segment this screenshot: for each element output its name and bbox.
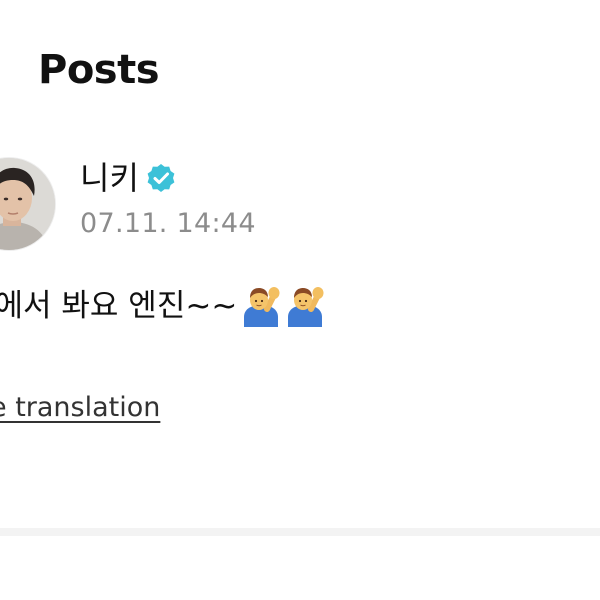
post-timestamp: 07.11. 14:44 (80, 208, 256, 239)
posts-page: Posts 니키 07.11. 14:44 뱅에서 봐요 엔진~~ (0, 0, 600, 600)
page-title: Posts (38, 47, 160, 93)
author-name-text: 니키 (80, 159, 139, 197)
avatar[interactable] (0, 157, 56, 251)
person-raising-hand-emoji-icon (241, 285, 281, 327)
post-text: 뱅에서 봐요 엔진~~ (0, 288, 238, 324)
post-body: 뱅에서 봐요 엔진~~ (0, 284, 325, 328)
author-name[interactable]: 니키 (80, 158, 177, 198)
profile-photo-icon (0, 158, 55, 250)
person-raising-hand-emoji-icon (285, 285, 325, 327)
section-divider (0, 528, 600, 536)
see-translation-link[interactable]: e translation (0, 390, 160, 426)
verified-badge-icon (145, 162, 177, 194)
